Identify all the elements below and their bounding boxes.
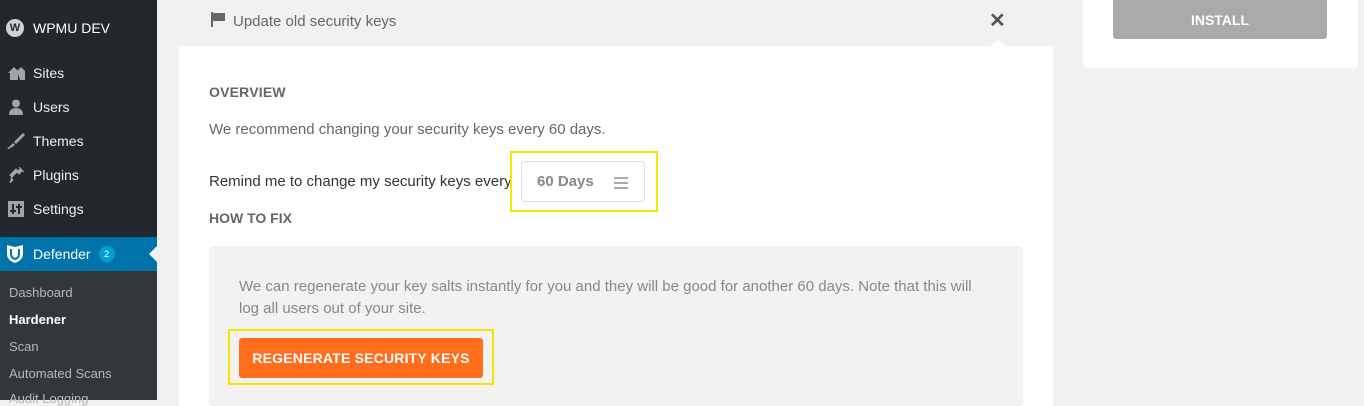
wpmudev-logo-icon: W <box>6 19 24 37</box>
brand-label: WPMU DEV <box>33 20 110 36</box>
admin-sidebar: W WPMU DEV Sites Users Themes Plugins Se… <box>0 0 157 406</box>
close-icon[interactable]: ✕ <box>989 10 1006 32</box>
reminder-interval-select[interactable]: 60 Days <box>521 161 645 202</box>
sidebar-item-label: Settings <box>33 201 84 217</box>
sidebar-item-label: Users <box>33 99 70 115</box>
sidebar-item-label: Sites <box>33 65 65 81</box>
notification-badge: 2 <box>98 246 115 262</box>
regenerate-security-keys-button[interactable]: REGENERATE SECURITY KEYS <box>239 338 483 378</box>
reminder-interval-value: 60 Days <box>537 173 594 190</box>
defender-submenu: Dashboard Hardener Scan Automated Scans … <box>0 271 157 406</box>
user-icon <box>6 97 26 117</box>
submenu-hardener[interactable]: Hardener <box>9 312 66 327</box>
install-button[interactable]: INSTALL <box>1113 0 1327 39</box>
submenu-audit-logging[interactable]: Audit Logging <box>9 391 89 406</box>
defender-shield-icon <box>5 244 25 264</box>
flag-icon <box>211 12 226 31</box>
sidebar-item-users[interactable]: Users <box>0 90 157 124</box>
sidebar-item-defender[interactable]: Defender 2 <box>0 237 157 271</box>
overview-heading: OVERVIEW <box>209 84 286 100</box>
brush-icon <box>6 131 26 151</box>
how-to-fix-heading: HOW TO FIX <box>209 210 292 226</box>
overview-text: We recommend changing your security keys… <box>209 121 606 138</box>
sidebar-item-label: Plugins <box>33 167 79 183</box>
brand[interactable]: W WPMU DEV <box>6 18 110 38</box>
how-to-fix-text: We can regenerate your key salts instant… <box>239 278 972 317</box>
remind-label: Remind me to change my security keys eve… <box>209 173 512 190</box>
submenu-automated-scans[interactable]: Automated Scans <box>9 366 112 381</box>
sidebar-item-themes[interactable]: Themes <box>0 124 157 158</box>
settings-icon <box>6 199 26 219</box>
plugin-icon <box>6 165 26 185</box>
sites-icon <box>6 63 26 83</box>
card-pointer <box>989 40 1007 47</box>
submenu-dashboard[interactable]: Dashboard <box>9 285 73 300</box>
issue-title: Update old security keys <box>233 13 397 30</box>
sidebar-item-sites[interactable]: Sites <box>0 56 157 90</box>
submenu-scan[interactable]: Scan <box>9 339 39 354</box>
hamburger-icon <box>614 176 628 193</box>
sidebar-item-settings[interactable]: Settings <box>0 192 157 226</box>
sidebar-item-label: Themes <box>33 133 84 149</box>
sidebar-item-label: Defender <box>33 246 91 262</box>
issue-header[interactable]: Update old security keys <box>211 12 396 31</box>
sidebar-item-plugins[interactable]: Plugins <box>0 158 157 192</box>
